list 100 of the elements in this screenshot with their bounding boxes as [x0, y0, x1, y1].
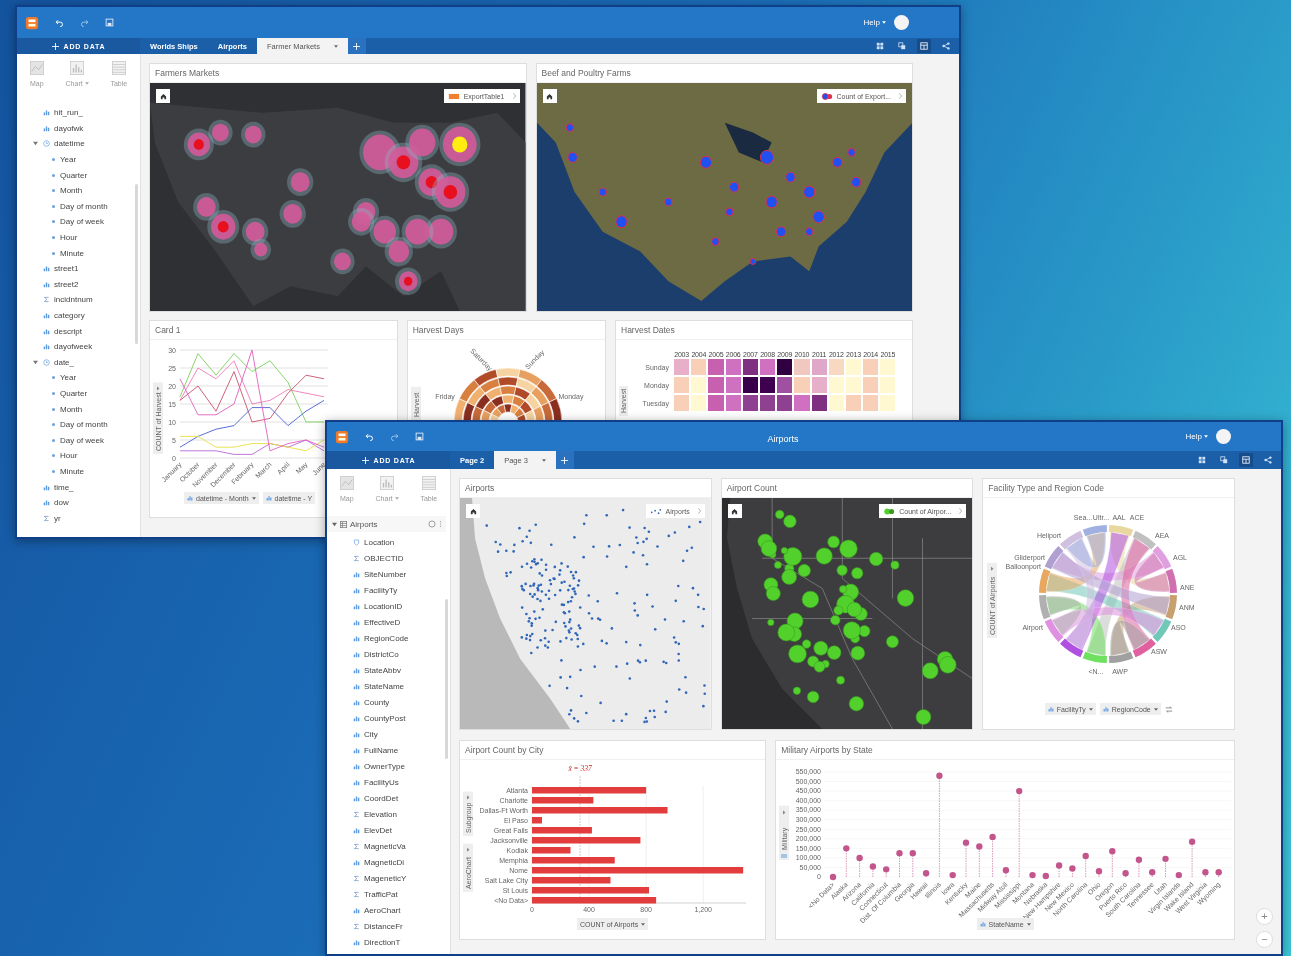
dataset-header[interactable]: Airports — [327, 516, 446, 532]
field-name[interactable]: CoordDet — [364, 793, 399, 803]
avatar-icon[interactable] — [894, 15, 909, 30]
data-point[interactable] — [1135, 856, 1143, 863]
field-name[interactable]: Location — [364, 537, 395, 547]
field-name[interactable]: Quarter — [60, 389, 88, 398]
zoom-button[interactable]: + — [1256, 908, 1273, 925]
undo-icon[interactable] — [365, 432, 374, 441]
field-name[interactable]: AeroChart — [364, 905, 401, 915]
field-name[interactable]: EffectiveD — [364, 617, 401, 627]
home-button[interactable] — [156, 89, 170, 103]
data-point[interactable] — [1122, 870, 1129, 877]
field-name[interactable]: County — [364, 697, 390, 707]
data-point[interactable] — [1016, 787, 1023, 795]
field-name[interactable]: DistrictCo — [364, 649, 399, 659]
undo-icon[interactable] — [55, 18, 64, 27]
help-menu[interactable]: Help — [1185, 432, 1208, 441]
field-name[interactable]: FacilityUs — [364, 777, 399, 787]
data-point[interactable] — [1162, 855, 1169, 863]
data-point[interactable] — [1109, 848, 1116, 855]
scrollbar[interactable] — [135, 184, 138, 344]
data-point[interactable] — [1189, 838, 1196, 845]
field-name[interactable]: FullName — [364, 745, 399, 755]
field-name[interactable]: OwnerType — [364, 761, 405, 771]
home-button[interactable] — [466, 504, 480, 518]
refresh-icon[interactable] — [428, 520, 436, 528]
field-name[interactable]: Day of month — [60, 420, 108, 430]
field-name[interactable]: dayofweek — [54, 342, 93, 352]
data-point[interactable] — [1002, 867, 1010, 874]
scrollbar[interactable] — [445, 599, 448, 759]
field-name[interactable]: Elevation — [364, 809, 397, 819]
field-name[interactable]: datetime — [54, 139, 85, 149]
field-name[interactable]: descript — [54, 326, 82, 336]
data-point[interactable] — [856, 854, 863, 862]
field-name[interactable]: street1 — [54, 264, 79, 274]
field-name[interactable]: Year — [60, 155, 77, 165]
swap-icon[interactable] — [1164, 705, 1173, 713]
field-name[interactable]: RegionCode — [364, 633, 409, 643]
data-point[interactable] — [1175, 871, 1183, 879]
field-name[interactable]: Year — [60, 373, 77, 383]
field-name[interactable]: DistanceFr — [364, 921, 403, 931]
field-name[interactable]: Day of week — [60, 435, 105, 445]
field-name[interactable]: TrafficPat — [364, 889, 398, 899]
avatar-icon[interactable] — [1216, 429, 1231, 444]
data-point[interactable] — [1215, 869, 1223, 876]
data-point[interactable] — [1096, 868, 1103, 875]
field-name[interactable]: Month — [60, 186, 83, 196]
data-point[interactable] — [909, 849, 917, 857]
layout-icon[interactable] — [1239, 453, 1253, 467]
data-point[interactable] — [949, 871, 957, 879]
field-name[interactable]: FacilityTy — [364, 585, 398, 595]
save-icon[interactable] — [105, 18, 114, 27]
field-name[interactable]: City — [364, 729, 378, 739]
data-point[interactable] — [830, 873, 837, 881]
app-logo-icon[interactable] — [335, 429, 349, 444]
field-name[interactable]: MagneticDi — [364, 857, 404, 867]
field-name[interactable]: MagneticVa — [364, 841, 406, 851]
data-point[interactable] — [843, 845, 850, 852]
field-name[interactable]: hit_run_ — [54, 108, 83, 118]
data-point[interactable] — [1042, 872, 1050, 880]
field-name[interactable]: date_ — [54, 357, 75, 367]
field-name[interactable]: street2 — [54, 279, 79, 289]
field-name[interactable]: Month — [60, 404, 83, 414]
field-name[interactable]: CountyPost — [364, 713, 406, 723]
field-name[interactable]: LocationID — [364, 601, 403, 611]
more-icon[interactable] — [439, 520, 442, 528]
field-name[interactable]: Hour — [60, 233, 78, 243]
field-name[interactable]: StateName — [364, 681, 405, 691]
field-name[interactable]: DirectionT — [364, 937, 401, 947]
field-name[interactable]: category — [54, 311, 85, 320]
data-point[interactable] — [1056, 862, 1063, 869]
field-name[interactable]: Minute — [60, 248, 84, 258]
data-point[interactable] — [1149, 869, 1156, 876]
expand-caret-icon[interactable] — [33, 359, 38, 365]
data-point[interactable] — [1082, 852, 1090, 860]
field-name[interactable]: MageneticY — [364, 873, 407, 883]
layout-icon[interactable] — [917, 39, 931, 53]
data-point[interactable] — [896, 849, 903, 857]
field-name[interactable]: dayofwk — [54, 123, 84, 133]
field-name[interactable]: yr — [54, 513, 61, 523]
field-name[interactable]: dow — [54, 498, 69, 508]
field-name[interactable]: SiteNumber — [364, 569, 407, 579]
field-name[interactable]: ElevDet — [364, 825, 392, 835]
expand-caret-icon[interactable] — [33, 141, 38, 147]
field-name[interactable]: time_ — [54, 482, 74, 492]
field-name[interactable]: incidntnum — [54, 295, 93, 305]
data-point[interactable] — [883, 866, 890, 873]
data-point[interactable] — [1069, 865, 1076, 872]
data-point[interactable] — [923, 870, 930, 877]
data-point[interactable] — [976, 843, 983, 850]
field-name[interactable]: Minute — [60, 466, 84, 476]
field-name[interactable]: Hour — [60, 451, 78, 461]
zoom-button[interactable]: − — [1256, 931, 1273, 948]
data-point[interactable] — [869, 863, 877, 870]
redo-icon[interactable] — [80, 18, 89, 27]
data-point[interactable] — [963, 839, 970, 846]
data-point[interactable] — [1202, 869, 1209, 876]
save-icon[interactable] — [415, 432, 424, 441]
data-point[interactable] — [936, 772, 943, 779]
field-name[interactable]: Day of month — [60, 201, 108, 211]
